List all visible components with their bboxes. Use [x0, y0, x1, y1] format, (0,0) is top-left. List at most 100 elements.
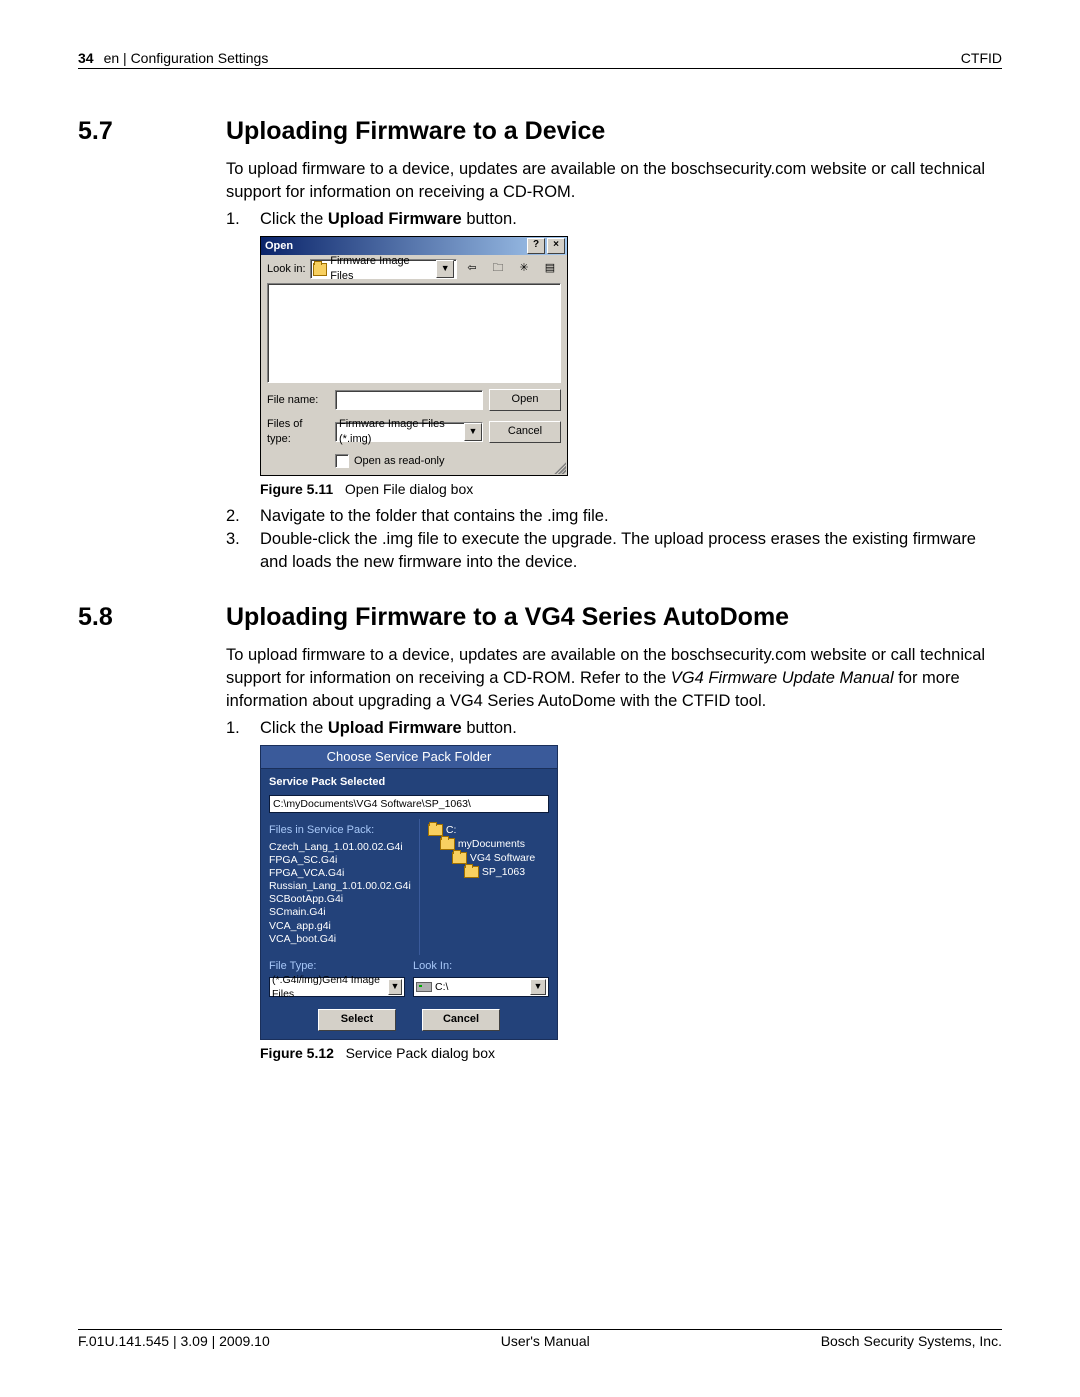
- list-item[interactable]: SCBootApp.G4i: [269, 893, 411, 906]
- section-number: 5.7: [78, 117, 226, 146]
- file-type-dropdown[interactable]: (*.G4i/img)Gen4 Image Files ▼: [269, 977, 405, 997]
- files-of-type-dropdown[interactable]: Firmware Image Files (*.img) ▼: [335, 422, 483, 442]
- drive-icon: [416, 982, 432, 992]
- step-text: Double-click the .img file to execute th…: [260, 528, 1002, 574]
- dialog-subtitle: Service Pack Selected: [261, 769, 557, 794]
- files-in-pack-label: Files in Service Pack:: [269, 823, 411, 838]
- header-right: CTFID: [961, 50, 1002, 66]
- folder-icon: [440, 838, 455, 850]
- section-title: Uploading Firmware to a VG4 Series AutoD…: [226, 603, 789, 632]
- step-1: 1. Click the Upload Firmware button.: [226, 208, 1002, 231]
- text: Click the: [260, 210, 328, 228]
- tree-label: VG4 Software: [470, 852, 535, 864]
- footer-center: User's Manual: [501, 1333, 590, 1349]
- folder-icon: [313, 263, 328, 276]
- file-name-label: File name:: [267, 393, 329, 408]
- files-in-pack-list[interactable]: Czech_Lang_1.01.00.02.G4i FPGA_SC.G4i FP…: [269, 841, 411, 951]
- intro-paragraph: To upload firmware to a device, updates …: [226, 158, 1002, 204]
- open-button[interactable]: Open: [489, 389, 561, 411]
- section-5-7-heading: 5.7 Uploading Firmware to a Device: [78, 117, 1002, 146]
- look-in-dropdown[interactable]: Firmware Image Files ▼: [310, 259, 457, 279]
- step-text: Click the Upload Firmware button.: [260, 208, 517, 231]
- folder-icon: [428, 824, 443, 836]
- file-type-value: (*.G4i/img)Gen4 Image Files: [272, 973, 388, 1002]
- chevron-down-icon[interactable]: ▼: [464, 423, 482, 441]
- page-header: 34 en | Configuration Settings CTFID: [78, 50, 1002, 69]
- folder-icon: [464, 866, 479, 878]
- tree-node[interactable]: VG4 Software: [428, 851, 549, 865]
- files-of-type-value: Firmware Image Files (*.img): [339, 417, 479, 447]
- list-item[interactable]: VCA_boot.G4i: [269, 933, 411, 946]
- look-in-dropdown[interactable]: C:\ ▼: [413, 977, 549, 997]
- step-number: 1.: [226, 208, 260, 231]
- selected-path-field[interactable]: C:\myDocuments\VG4 Software\SP_1063\: [269, 795, 549, 813]
- footer-left: F.01U.141.545 | 3.09 | 2009.10: [78, 1333, 270, 1349]
- select-button[interactable]: Select: [318, 1009, 396, 1031]
- step-3: 3. Double-click the .img file to execute…: [226, 528, 1002, 574]
- look-in-value: Firmware Image Files: [330, 254, 433, 284]
- list-item[interactable]: VCA_app.g4i: [269, 920, 411, 933]
- figure-label: Figure 5.12: [260, 1045, 334, 1061]
- tree-label: C:: [446, 824, 457, 836]
- chevron-down-icon[interactable]: ▼: [530, 979, 546, 995]
- nav-up-icon[interactable]: 🗀: [487, 259, 509, 279]
- section-5-8-body: To upload firmware to a device, updates …: [226, 644, 1002, 1063]
- folder-tree[interactable]: C: myDocuments VG4 Software SP_1063: [428, 823, 549, 933]
- italic-text: VG4 Firmware Update Manual: [671, 669, 894, 687]
- step-2: 2. Navigate to the folder that contains …: [226, 505, 1002, 528]
- dialog-titlebar[interactable]: Open ? ×: [261, 237, 567, 255]
- figure-caption-text: Open File dialog box: [345, 481, 473, 497]
- tree-node[interactable]: myDocuments: [428, 837, 549, 851]
- step-number: 1.: [226, 717, 260, 740]
- list-item[interactable]: FPGA_VCA.G4i: [269, 867, 411, 880]
- view-menu-icon[interactable]: ▤: [539, 259, 561, 279]
- help-button[interactable]: ?: [527, 238, 545, 254]
- bold-text: Upload Firmware: [328, 719, 462, 737]
- tree-node[interactable]: SP_1063: [428, 865, 549, 879]
- file-name-input[interactable]: [335, 390, 483, 410]
- file-list-area[interactable]: [267, 283, 561, 383]
- step-text: Click the Upload Firmware button.: [260, 717, 517, 740]
- tree-node[interactable]: C:: [428, 823, 549, 837]
- step-text: Navigate to the folder that contains the…: [260, 505, 609, 528]
- figure-5-12-caption: Figure 5.12 Service Pack dialog box: [260, 1044, 1002, 1063]
- bold-text: Upload Firmware: [328, 210, 462, 228]
- step-number: 2.: [226, 505, 260, 528]
- section-5-8-heading: 5.8 Uploading Firmware to a VG4 Series A…: [78, 603, 1002, 632]
- chevron-down-icon[interactable]: ▼: [436, 260, 454, 278]
- section-5-7-body: To upload firmware to a device, updates …: [226, 158, 1002, 573]
- look-in-value: C:\: [435, 980, 448, 994]
- figure-5-11: Open ? × Look in: Firmware Image Files ▼…: [260, 236, 1002, 476]
- read-only-label: Open as read-only: [354, 454, 445, 469]
- service-pack-dialog: Choose Service Pack Folder Service Pack …: [260, 745, 558, 1040]
- text: button.: [462, 210, 517, 228]
- text: button.: [462, 719, 517, 737]
- page-number: 34: [78, 50, 94, 66]
- tree-label: myDocuments: [458, 838, 525, 850]
- cancel-button[interactable]: Cancel: [489, 421, 561, 443]
- close-button[interactable]: ×: [547, 238, 565, 254]
- cancel-button[interactable]: Cancel: [422, 1009, 500, 1031]
- figure-caption-text: Service Pack dialog box: [346, 1045, 495, 1061]
- read-only-checkbox[interactable]: [335, 454, 349, 468]
- look-in-label: Look In:: [413, 959, 549, 974]
- figure-5-12: Choose Service Pack Folder Service Pack …: [260, 745, 1002, 1040]
- open-file-dialog: Open ? × Look in: Firmware Image Files ▼…: [260, 236, 568, 476]
- page-footer: F.01U.141.545 | 3.09 | 2009.10 User's Ma…: [78, 1329, 1002, 1349]
- list-item[interactable]: Czech_Lang_1.01.00.02.G4i: [269, 841, 411, 854]
- new-folder-icon[interactable]: ✳: [513, 259, 535, 279]
- manual-page: 34 en | Configuration Settings CTFID 5.7…: [0, 0, 1080, 1397]
- list-item[interactable]: FPGA_SC.G4i: [269, 854, 411, 867]
- folder-icon: [452, 852, 467, 864]
- tree-label: SP_1063: [482, 866, 525, 878]
- dialog-toolbar: Look in: Firmware Image Files ▼ ⇦ 🗀 ✳ ▤: [261, 255, 567, 283]
- resize-grip[interactable]: [554, 462, 566, 474]
- list-item[interactable]: SCmain.G4i: [269, 906, 411, 919]
- nav-back-icon[interactable]: ⇦: [461, 259, 483, 279]
- list-item[interactable]: Russian_Lang_1.01.00.02.G4i: [269, 880, 411, 893]
- text: Click the: [260, 719, 328, 737]
- step-number: 3.: [226, 528, 260, 574]
- breadcrumb: en | Configuration Settings: [104, 50, 269, 66]
- dialog-title: Open: [265, 239, 293, 254]
- chevron-down-icon[interactable]: ▼: [388, 979, 402, 995]
